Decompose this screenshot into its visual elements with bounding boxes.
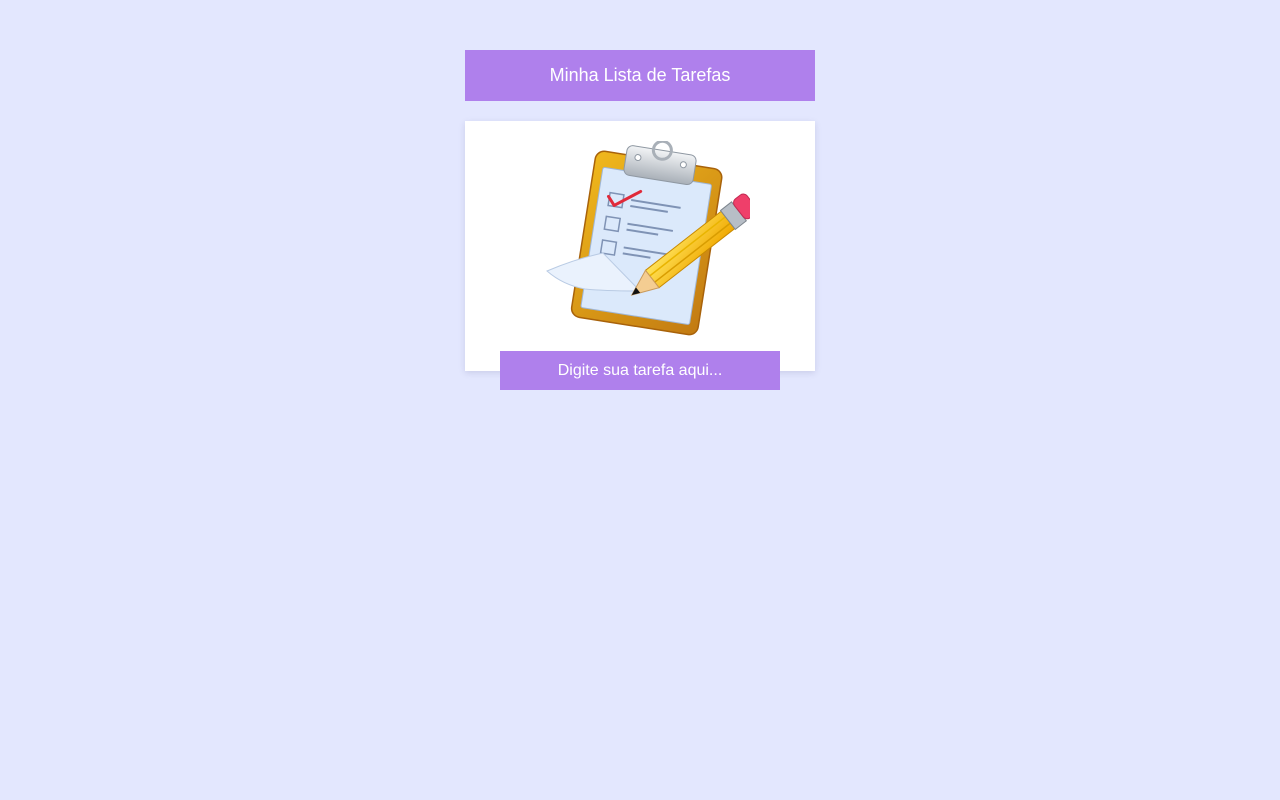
illustration-card (465, 121, 815, 371)
task-input[interactable] (500, 351, 780, 390)
clipboard-checklist-pencil-icon (546, 141, 750, 336)
page-title: Minha Lista de Tarefas (465, 50, 815, 101)
